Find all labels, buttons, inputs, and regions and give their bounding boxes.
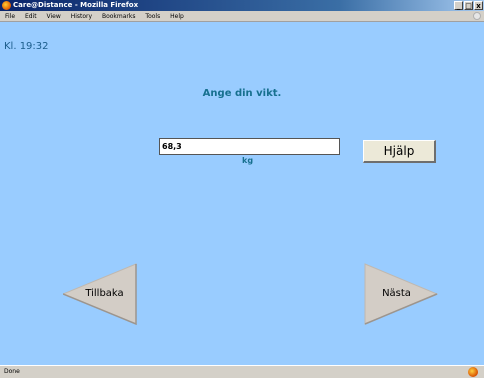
weight-unit-label: kg: [242, 156, 254, 165]
maximize-button[interactable]: □: [464, 1, 473, 10]
statusbar: Done: [0, 365, 484, 378]
back-label: Tillbaka: [85, 288, 124, 299]
window-controls: _ □ x: [454, 1, 483, 10]
firefox-icon: [2, 1, 11, 10]
minimize-button[interactable]: _: [454, 1, 463, 10]
status-text: Done: [4, 368, 20, 375]
menu-bookmarks[interactable]: Bookmarks: [99, 11, 139, 22]
close-button[interactable]: x: [474, 1, 483, 10]
window-titlebar[interactable]: Care@Distance - Mozilla Firefox _ □ x: [0, 0, 484, 11]
menubar: File Edit View History Bookmarks Tools H…: [0, 11, 484, 22]
menu-edit[interactable]: Edit: [22, 11, 40, 22]
menu-tools[interactable]: Tools: [142, 11, 163, 22]
menu-help[interactable]: Help: [167, 11, 187, 22]
throbber-icon: [473, 12, 481, 20]
weight-prompt: Ange din vikt.: [202, 88, 282, 99]
back-button[interactable]: Tillbaka: [63, 263, 138, 325]
clock-time: Kl. 19:32: [4, 41, 49, 52]
menu-history[interactable]: History: [68, 11, 95, 22]
next-button[interactable]: Nästa: [363, 263, 438, 325]
firefox-status-icon: [468, 367, 478, 377]
next-label: Nästa: [382, 288, 411, 299]
window-title: Care@Distance - Mozilla Firefox: [13, 1, 139, 9]
menu-view[interactable]: View: [44, 11, 64, 22]
weight-input[interactable]: [159, 138, 340, 155]
help-button[interactable]: Hjälp: [363, 140, 436, 163]
page-content: Kl. 19:32 Ange din vikt. kg Hjälp Tillba…: [0, 22, 484, 365]
menu-file[interactable]: File: [2, 11, 18, 22]
